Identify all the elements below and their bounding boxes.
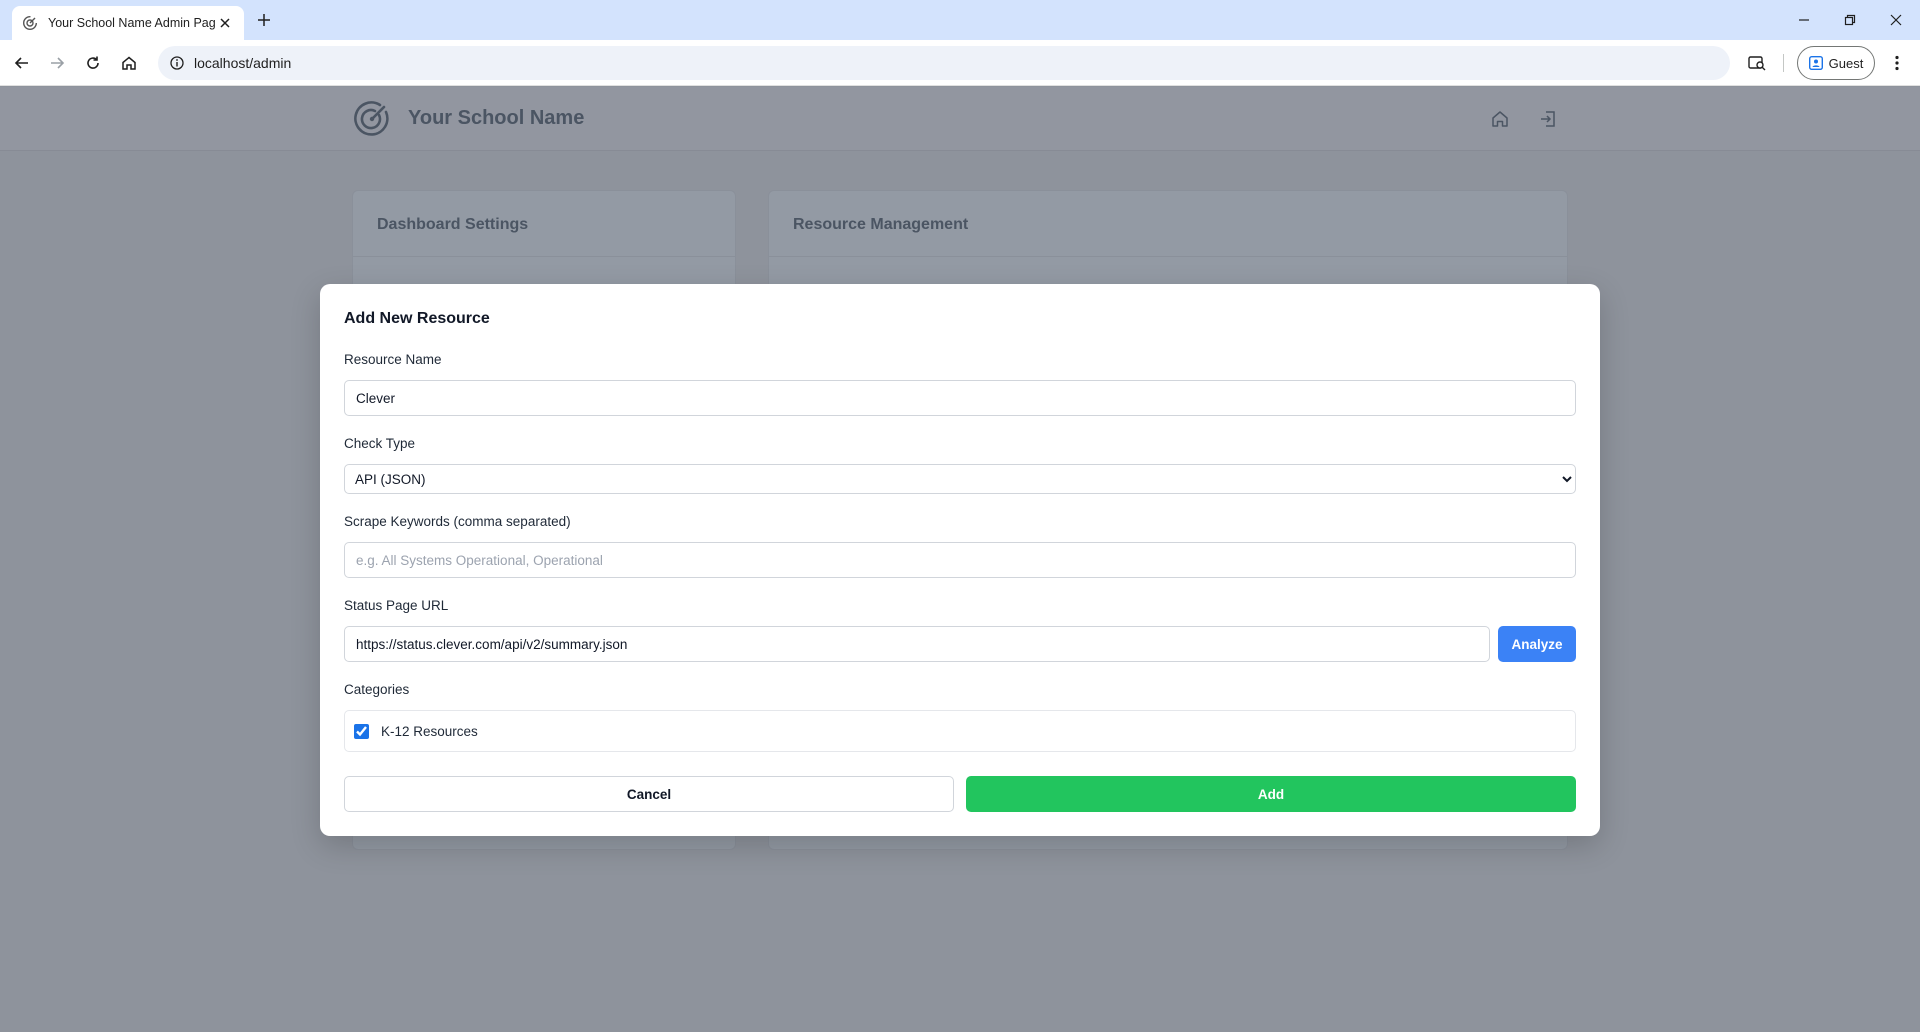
profile-label: Guest	[1828, 55, 1864, 71]
status-url-label: Status Page URL	[344, 598, 449, 613]
back-icon[interactable]	[11, 52, 33, 74]
restore-icon[interactable]	[1836, 8, 1864, 32]
forward-icon[interactable]	[46, 52, 68, 74]
keywords-input[interactable]	[344, 542, 1576, 578]
check-type-select[interactable]: API (JSON)	[344, 464, 1576, 494]
browser-toolbar: localhost/admin Guest	[0, 40, 1920, 86]
browser-tab[interactable]: Your School Name Admin Page	[12, 6, 244, 40]
close-icon[interactable]	[216, 14, 234, 32]
analyze-button[interactable]: Analyze	[1498, 626, 1576, 662]
profile-button[interactable]: Guest	[1797, 46, 1875, 80]
site-name: Your School Name	[408, 107, 585, 129]
home-icon[interactable]	[1490, 109, 1510, 129]
category-checkbox-k12[interactable]	[354, 723, 369, 739]
add-button[interactable]: Add	[966, 776, 1576, 812]
cancel-button[interactable]: Cancel	[344, 776, 954, 812]
resource-name-input[interactable]	[344, 380, 1576, 416]
categories-label: Categories	[344, 682, 410, 697]
site-info-icon[interactable]	[170, 56, 184, 70]
status-url-input[interactable]	[344, 626, 1490, 662]
home-icon[interactable]	[118, 52, 140, 74]
resource-name-label: Resource Name	[344, 352, 442, 367]
menu-dots-icon[interactable]	[1886, 52, 1908, 74]
site-header: Your School Name	[0, 87, 1920, 151]
category-label: K-12 Resources	[381, 723, 478, 739]
tab-search-icon[interactable]	[1746, 52, 1768, 74]
tab-title: Your School Name Admin Page	[48, 16, 216, 30]
url-text: localhost/admin	[194, 55, 292, 71]
reload-icon[interactable]	[82, 52, 104, 74]
address-bar[interactable]: localhost/admin	[158, 46, 1730, 80]
sign-in-icon[interactable]	[1538, 109, 1558, 129]
window-close-icon[interactable]	[1882, 8, 1910, 32]
modal-title: Add New Resource	[344, 310, 490, 327]
radar-icon	[22, 15, 38, 31]
person-icon	[1808, 56, 1823, 70]
card-title: Resource Management	[769, 191, 1567, 257]
categories-list: K-12 Resources	[344, 710, 1576, 752]
minimize-icon[interactable]	[1790, 8, 1818, 32]
browser-tabstrip: Your School Name Admin Page	[0, 0, 1920, 40]
toolbar-divider	[1783, 54, 1784, 72]
add-resource-modal: Add New Resource Resource Name Check Typ…	[320, 284, 1600, 836]
check-type-label: Check Type	[344, 436, 416, 451]
radar-icon	[352, 99, 392, 139]
card-title: Dashboard Settings	[353, 191, 735, 257]
new-tab-button[interactable]	[254, 10, 274, 30]
keywords-label: Scrape Keywords (comma separated)	[344, 514, 571, 529]
